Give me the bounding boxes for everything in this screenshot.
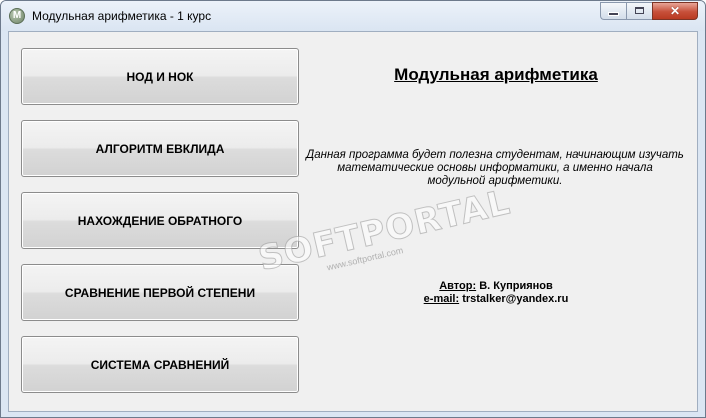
button-label: НАХОЖДЕНИЕ ОБРАТНОГО — [77, 213, 243, 228]
button-label: СИСТЕМА СРАВНЕНИЙ — [90, 357, 230, 372]
close-button[interactable]: ✕ — [652, 2, 698, 20]
app-icon[interactable]: M — [9, 8, 25, 24]
button-label: СРАВНЕНИЕ ПЕРВОЙ СТЕПЕНИ — [64, 285, 256, 300]
description-line: Данная программа будет полезна студентам… — [306, 149, 684, 161]
email-label: e-mail: — [423, 293, 460, 305]
minimize-button[interactable] — [600, 2, 626, 20]
title-bar[interactable]: M Модульная арифметика - 1 курс ✕ — [1, 1, 705, 31]
author-info: Автор: В. Куприянов e-mail: trstalker@ya… — [309, 280, 683, 306]
maximize-icon — [635, 7, 644, 14]
author-name: В. Куприянов — [476, 280, 553, 292]
euclid-algorithm-button[interactable]: АЛГОРИТМ ЕВКЛИДА — [21, 120, 299, 177]
program-description: Данная программа будет полезна студентам… — [297, 149, 693, 188]
description-line: математические основы информатики, а име… — [337, 162, 653, 174]
find-inverse-button[interactable]: НАХОЖДЕНИЕ ОБРАТНОГО — [21, 192, 299, 249]
window-controls: ✕ — [600, 2, 698, 21]
main-panel: НОД И НОК АЛГОРИТМ ЕВКЛИДА НАХОЖДЕНИЕ ОБ… — [8, 31, 698, 412]
maximize-button[interactable] — [626, 2, 652, 20]
description-line: модульной арифметики. — [427, 175, 563, 187]
gcd-lcm-button[interactable]: НОД И НОК — [21, 48, 299, 105]
email-line: e-mail: trstalker@yandex.ru — [309, 293, 683, 306]
congruence-system-button[interactable]: СИСТЕМА СРАВНЕНИЙ — [21, 336, 299, 393]
app-window: M Модульная арифметика - 1 курс ✕ НОД И … — [0, 0, 706, 418]
linear-congruence-button[interactable]: СРАВНЕНИЕ ПЕРВОЙ СТЕПЕНИ — [21, 264, 299, 321]
author-label: Автор: — [439, 280, 477, 292]
minimize-icon — [609, 13, 618, 15]
button-label: АЛГОРИТМ ЕВКЛИДА — [95, 141, 225, 156]
author-line: Автор: В. Куприянов — [309, 280, 683, 293]
button-label: НОД И НОК — [126, 69, 194, 84]
close-icon: ✕ — [669, 4, 681, 18]
email-address: trstalker@yandex.ru — [459, 293, 569, 305]
window-title: Модульная арифметика - 1 курс — [32, 9, 212, 23]
program-heading: Модульная арифметика — [394, 65, 598, 84]
watermark-url: www.softportal.com — [325, 245, 405, 273]
